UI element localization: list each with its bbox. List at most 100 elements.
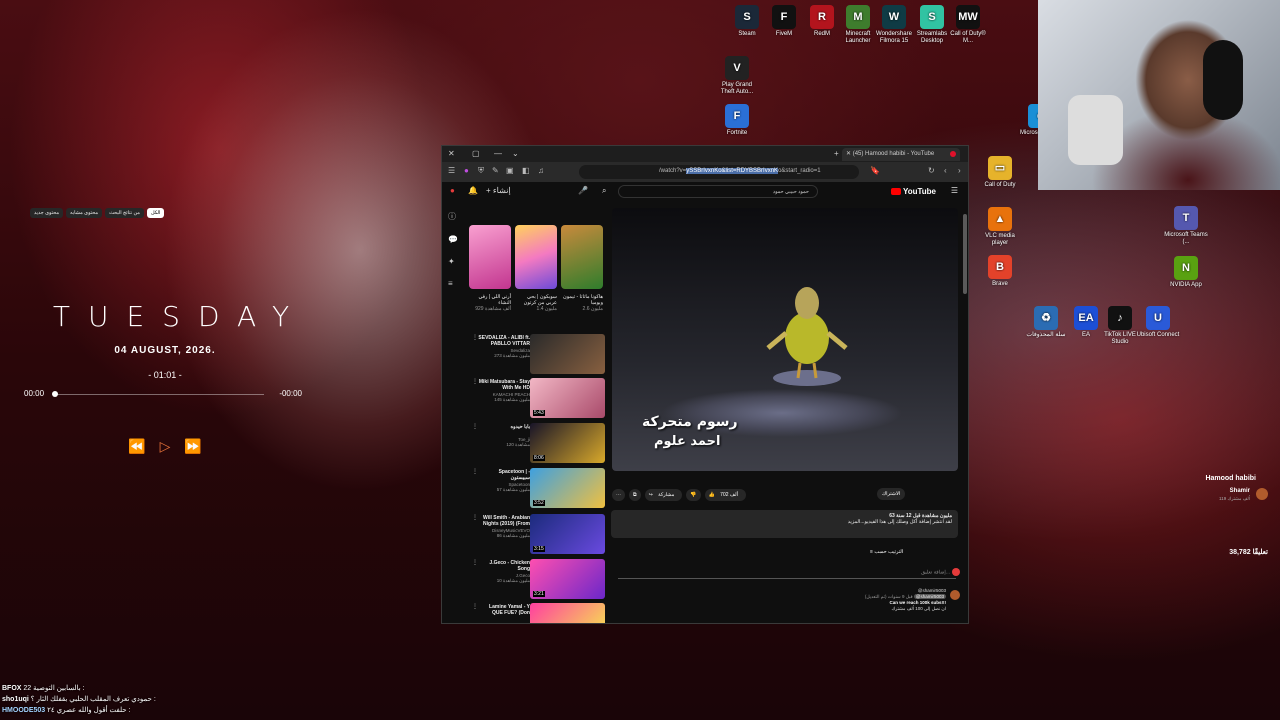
related-video-title[interactable]: بابا حيدوه: [478, 424, 530, 430]
minimize-icon[interactable]: —: [494, 149, 502, 158]
youtube-logo[interactable]: YouTube: [890, 187, 936, 196]
notifications-icon[interactable]: 🔔: [468, 186, 478, 195]
new-tab-icon[interactable]: +: [834, 149, 839, 158]
related-video-item[interactable]: ⋮ J.Geco - Chicken Song J.Geco 10 مليون مشا…: [470, 559, 610, 601]
close-window-icon[interactable]: ✕: [448, 149, 455, 158]
tab-view-icon[interactable]: ▢: [472, 149, 480, 158]
sort-button[interactable]: ≡ الترتيب حسب: [870, 549, 903, 555]
chip[interactable]: محتوى جديد: [30, 208, 64, 218]
menu-icon[interactable]: ☰: [448, 166, 455, 175]
desktop-icon[interactable]: ▭ Call of Duty: [978, 156, 1022, 189]
progress-track[interactable]: [56, 394, 264, 395]
related-video-title[interactable]: Lamine Yamal - Y QUE FUE? (Don: [478, 604, 530, 616]
tab-youtube[interactable]: ✕ (45) Hamood habibi - YouTube: [842, 148, 960, 161]
add-comment-field[interactable]: إضافة تعليق...: [900, 568, 960, 576]
app-icon: N: [1174, 256, 1198, 280]
desktop-icon[interactable]: U Ubisoft Connect: [1136, 306, 1180, 339]
channel-info[interactable]: Shamir 119 ألف مشترك: [1178, 487, 1268, 503]
short-title[interactable]: هاكونا ماتاتا - تيمون وبومبا 2.6 مليون: [561, 294, 603, 312]
bookmark-icon[interactable]: 🔖: [870, 166, 880, 175]
related-video-item[interactable]: ⋮ بابا حيدوه Toe_ji 120 مشاهدة 8:06: [470, 423, 610, 465]
list-icon[interactable]: ≡: [448, 279, 462, 288]
more-icon[interactable]: ⋯: [612, 489, 625, 501]
app-icon: V: [725, 56, 749, 80]
tabs-icon[interactable]: ▣: [506, 166, 514, 175]
related-video-meta: KAMACHI PEACH 145 مليون مشاهدة: [492, 392, 530, 402]
avatar[interactable]: ●: [450, 186, 455, 195]
recording-icon: [950, 151, 956, 157]
desktop-icon[interactable]: T Microsoft Teams (...: [1164, 206, 1208, 246]
avatar[interactable]: [950, 590, 960, 600]
desktop-icon[interactable]: V Play Grand Theft Auto...: [715, 56, 759, 96]
desktop-icon[interactable]: B Brave: [978, 255, 1022, 288]
share-button[interactable]: ↪ مشاركة: [644, 489, 683, 501]
short-title[interactable]: أرني اللي | رفي النشاء 929 ألف مشاهدة: [469, 294, 511, 312]
chevron-down-icon[interactable]: ⌄: [512, 149, 519, 158]
related-video-thumbnail[interactable]: [530, 334, 605, 374]
search-icon[interactable]: ⌕: [602, 186, 606, 196]
like-button[interactable]: 👍 702 ألف: [704, 489, 746, 501]
tab-close-icon[interactable]: ✕: [846, 151, 851, 157]
desktop-icon[interactable]: F Fortnite: [715, 104, 759, 137]
forward-icon[interactable]: ‹: [944, 166, 947, 175]
shield-icon[interactable]: ⛨: [478, 166, 484, 176]
chip[interactable]: من نتائج البحث: [105, 208, 144, 218]
music-icon[interactable]: ♫: [538, 166, 544, 175]
related-video-item[interactable]: ⋮ Lamine Yamal - Y QUE FUE? (Don: [470, 603, 610, 623]
related-video-title[interactable]: Spacetoon | - سبيستون: [478, 469, 530, 481]
video-description[interactable]: 63 مليون مشاهدة قبل 12 سنة لقد انتشر إضا…: [611, 510, 958, 538]
reload-icon[interactable]: ↻: [928, 166, 935, 175]
profile-icon[interactable]: ●: [464, 166, 469, 175]
save-icon[interactable]: ⧉: [629, 489, 641, 501]
desktop-icon[interactable]: ♻ سلة المحذوفات: [1024, 306, 1068, 339]
subscribe-button[interactable]: الاشتراك: [877, 488, 906, 500]
time-label: - 01:01 -: [148, 370, 182, 380]
related-video-item[interactable]: ⋮ Spacetoon | - سبيستون Spacetoon 57 مليون …: [470, 468, 610, 510]
chat-line: sho1uqi حمودي تعرف المقلب الحلبي بقفلك ا…: [2, 696, 156, 703]
related-video-item[interactable]: ⋮ Miki Matsubara - Stay With Me HD KAMACHI…: [470, 378, 610, 420]
short-thumbnail[interactable]: [561, 225, 603, 289]
chip[interactable]: محتوى مشابه: [66, 208, 103, 218]
related-video-title[interactable]: Miki Matsubara - Stay With Me HD: [478, 379, 530, 391]
related-video-item[interactable]: ⋮ SEVDALIZA - ALIBI ft. PABLLO VITTAR Sevd…: [470, 334, 610, 376]
video-player[interactable]: رسوم متحركة احمد علوم: [612, 208, 958, 471]
dislike-icon[interactable]: 👎: [686, 489, 701, 501]
video-subtitle: احمد علوم: [654, 434, 721, 449]
app-icon: U: [1146, 306, 1170, 330]
sparkle-icon[interactable]: ✦: [448, 257, 462, 266]
desktop-icon[interactable]: ▲ VLC media player: [978, 207, 1022, 247]
related-video-title[interactable]: SEVDALIZA - ALIBI ft. PABLLO VITTAR: [478, 335, 530, 347]
url-input[interactable]: /watch?v=ySSBrIvxnKo&list=RDYBSBrIvxnKo&…: [579, 165, 859, 179]
related-video-item[interactable]: ⋮ Will Smith - Arabian Nights (2019) (Fro…: [470, 514, 610, 556]
related-video-title[interactable]: Will Smith - Arabian Nights (2019) (From: [478, 515, 530, 527]
related-video-thumbnail[interactable]: [530, 603, 605, 623]
sidebar-icon[interactable]: ◧: [522, 166, 530, 175]
pin-icon[interactable]: ✎: [492, 166, 499, 175]
back-icon[interactable]: ›: [958, 166, 961, 175]
desktop-icon[interactable]: N NVIDIA App: [1164, 256, 1208, 289]
related-video-title[interactable]: J.Geco - Chicken Song: [478, 560, 530, 572]
remaining-time: -00:00: [279, 389, 302, 398]
rewind-icon[interactable]: ⏪: [128, 438, 145, 455]
app-icon: ▭: [988, 156, 1012, 180]
info-icon[interactable]: ⓘ: [448, 211, 462, 222]
channel-name[interactable]: Shamir: [1230, 488, 1250, 494]
play-icon[interactable]: ▷: [160, 438, 171, 455]
short-title[interactable]: سوبكون | بحي عربي من كرتون 1.4 مليون: [515, 294, 557, 312]
chip-all[interactable]: الكل: [146, 208, 165, 218]
scrollbar[interactable]: [963, 214, 967, 294]
fast-forward-icon[interactable]: ⏩: [184, 438, 201, 455]
chat-icon[interactable]: 💬: [448, 235, 462, 244]
progress-handle[interactable]: [52, 391, 58, 397]
desktop-icon[interactable]: MW Call of Duty® M...: [946, 5, 990, 45]
avatar[interactable]: [1256, 488, 1268, 500]
voice-search-icon[interactable]: 🎤: [578, 186, 588, 195]
app-icon: B: [988, 255, 1012, 279]
short-thumbnail[interactable]: [515, 225, 557, 289]
short-thumbnail[interactable]: [469, 225, 511, 289]
search-input[interactable]: حمود حبيبي حمود: [618, 185, 818, 198]
music-progress[interactable]: 00:00 -00:00: [20, 386, 310, 402]
app-icon: ▲: [988, 207, 1012, 231]
create-button[interactable]: + إنشاء: [486, 186, 511, 195]
hamburger-icon[interactable]: ☰: [951, 186, 958, 195]
